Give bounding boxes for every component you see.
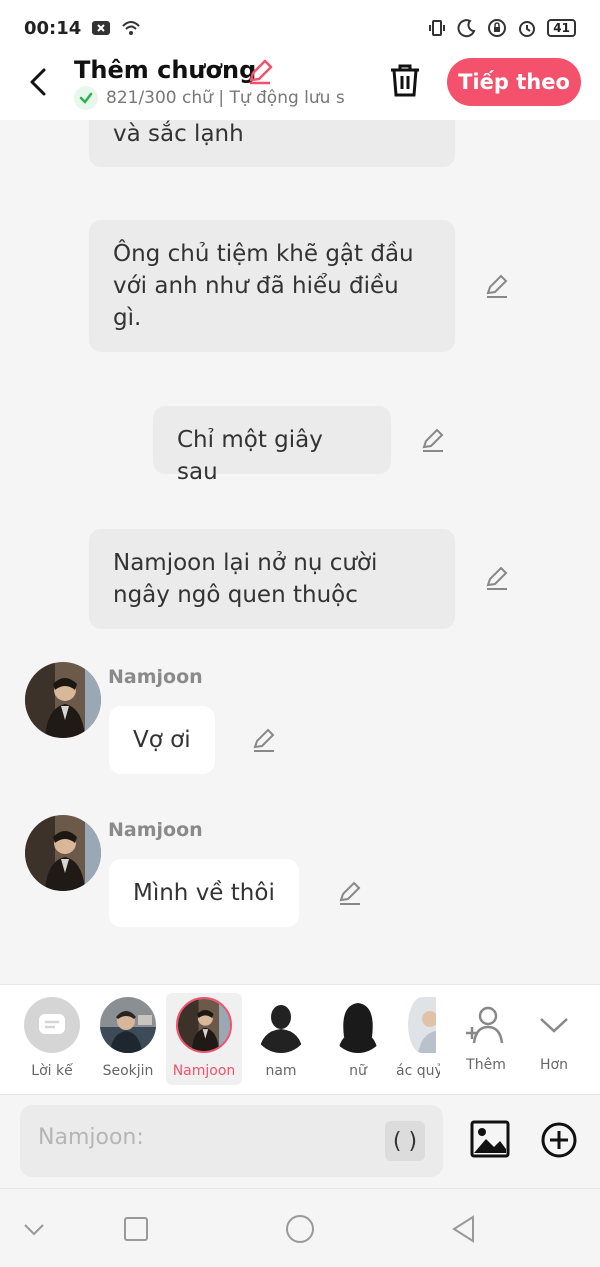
- edit-title-icon[interactable]: [246, 58, 274, 86]
- chevron-left-icon: [30, 68, 46, 96]
- system-navigation-bar: [0, 1188, 600, 1267]
- edit-message-icon[interactable]: [484, 273, 510, 299]
- add-character-label: Thêm: [466, 1057, 506, 1073]
- add-person-icon: [458, 997, 514, 1053]
- narration-bubble[interactable]: Chỉ một giây sau: [153, 406, 391, 485]
- battery-indicator: 41: [547, 19, 576, 37]
- back-button[interactable]: [22, 64, 54, 100]
- avatar[interactable]: [25, 662, 101, 738]
- narration-bubble[interactable]: và sắc lạnh: [89, 120, 455, 167]
- more-characters-button[interactable]: Hơn: [516, 993, 592, 1085]
- narration-bubble[interactable]: Namjoon lại nở nụ cười ngây ngô quen thu…: [89, 529, 455, 629]
- narration-icon: [24, 997, 80, 1053]
- avatar: [176, 997, 232, 1053]
- character-name: ác quỷ: [396, 1063, 440, 1079]
- male-silhouette-icon: [253, 997, 309, 1053]
- character-name: Namjoon: [172, 1063, 236, 1079]
- moon-icon: [457, 19, 476, 38]
- character-bar: Lời kể Seokjin Namjoon nam nữ ác quỷ Thê…: [0, 984, 600, 1094]
- page-title: Thêm chương: [74, 56, 257, 84]
- check-icon: [74, 86, 98, 110]
- alarm-icon: [519, 21, 536, 37]
- avatar: [408, 997, 436, 1053]
- character-name: nam: [265, 1063, 297, 1079]
- parenthesis-button[interactable]: ( ): [385, 1121, 425, 1161]
- image-icon[interactable]: [470, 1119, 510, 1159]
- chevron-down-icon[interactable]: [18, 1213, 50, 1245]
- chevron-down-icon: [526, 997, 582, 1053]
- narration-bubble[interactable]: Ông chủ tiệm khẽ gật đầu với anh như đã …: [89, 220, 455, 352]
- sender-name: Namjoon: [108, 819, 203, 841]
- plus-circle-icon[interactable]: [540, 1121, 578, 1159]
- avatar[interactable]: [25, 815, 101, 891]
- female-silhouette-icon: [330, 997, 386, 1053]
- character-name: Lời kể: [31, 1063, 73, 1079]
- notification-x-icon: [92, 21, 111, 35]
- character-message-bubble[interactable]: Mình về thôi: [109, 859, 299, 927]
- character-message-bubble[interactable]: Vợ ơi: [109, 706, 215, 774]
- input-bar: ( ): [0, 1094, 600, 1188]
- character-name: nữ: [349, 1063, 367, 1079]
- back-triangle-icon[interactable]: [448, 1213, 480, 1245]
- edit-message-icon[interactable]: [337, 880, 363, 906]
- lock-rotation-icon: [488, 19, 507, 37]
- edit-message-icon[interactable]: [484, 565, 510, 591]
- more-label: Hơn: [540, 1057, 568, 1073]
- message-input[interactable]: [38, 1125, 378, 1150]
- character-namjoon[interactable]: Namjoon: [166, 993, 242, 1085]
- message-input-box: ( ): [20, 1105, 443, 1177]
- recent-apps-icon[interactable]: [120, 1213, 152, 1245]
- character-narrator[interactable]: Lời kể: [14, 993, 90, 1085]
- edit-message-icon[interactable]: [420, 427, 446, 453]
- save-status: 821/300 chữ | Tự động lưu s: [74, 86, 364, 110]
- status-bar: 00:14 41: [0, 0, 600, 56]
- status-time: 00:14: [24, 17, 82, 39]
- character-nam[interactable]: nam: [243, 993, 319, 1085]
- character-name: Seokjin: [102, 1063, 154, 1079]
- avatar: [100, 997, 156, 1053]
- edit-message-icon[interactable]: [251, 727, 277, 753]
- character-nu[interactable]: nữ: [320, 993, 396, 1085]
- header: Thêm chương 821/300 chữ | Tự động lưu s …: [0, 56, 600, 120]
- chat-area[interactable]: và sắc lạnh Ông chủ tiệm khẽ gật đầu với…: [0, 120, 600, 982]
- sender-name: Namjoon: [108, 666, 203, 688]
- add-character-button[interactable]: Thêm: [448, 993, 524, 1085]
- trash-icon[interactable]: [388, 62, 422, 98]
- character-ac-quy[interactable]: ác quỷ: [396, 993, 440, 1085]
- vibrate-icon: [429, 20, 446, 36]
- character-seokjin[interactable]: Seokjin: [90, 993, 166, 1085]
- home-icon[interactable]: [284, 1213, 316, 1245]
- next-button[interactable]: Tiếp theo: [447, 58, 581, 106]
- word-count-text: 821/300 chữ | Tự động lưu s: [106, 88, 345, 108]
- wifi-icon: [122, 21, 141, 35]
